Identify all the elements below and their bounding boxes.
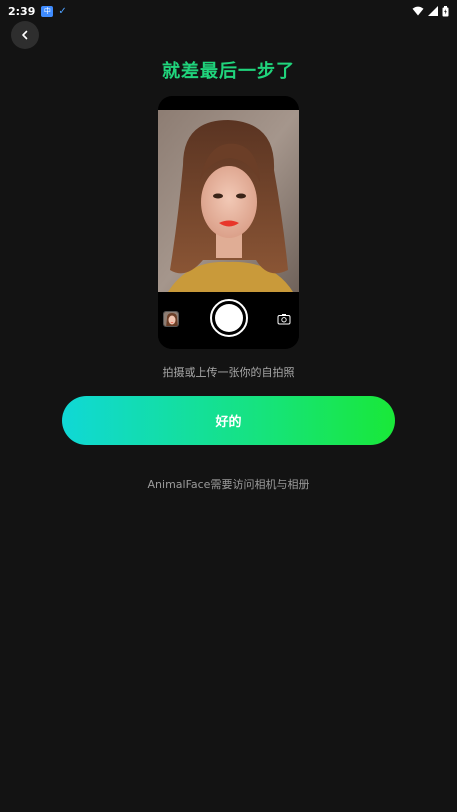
flip-camera-icon[interactable] (277, 313, 291, 325)
selfie-preview-image (158, 110, 299, 292)
ok-button-label: 好的 (215, 415, 242, 430)
chevron-left-icon (22, 30, 28, 40)
camera-controls (158, 292, 299, 349)
signal-icon (428, 6, 438, 16)
instruction-text: 拍摄或上传一张你的自拍照 (162, 366, 295, 379)
status-time: 2:39 (8, 4, 36, 18)
status-icons (412, 5, 449, 17)
check-icon: ✓ (58, 5, 67, 17)
gallery-thumbnail[interactable] (163, 311, 179, 327)
shutter-icon (215, 304, 243, 332)
battery-icon (442, 5, 449, 16)
app-notification-icon: 中 (41, 5, 54, 17)
screen: 2:39 中 ✓ 就差最后一步了 拍摄或上传一张你的自拍照 好的 AnimalF… (0, 0, 457, 812)
ok-button[interactable]: 好的 (62, 396, 395, 445)
status-bar: 2:39 中 ✓ (0, 0, 457, 22)
back-button[interactable] (11, 21, 39, 49)
permission-note: AnimalFace需要访问相机与相册 (147, 478, 310, 491)
wifi-icon (412, 6, 424, 16)
phone-camera-mockup (158, 96, 299, 349)
shutter-button[interactable] (210, 299, 248, 337)
page-title: 就差最后一步了 (162, 61, 295, 82)
